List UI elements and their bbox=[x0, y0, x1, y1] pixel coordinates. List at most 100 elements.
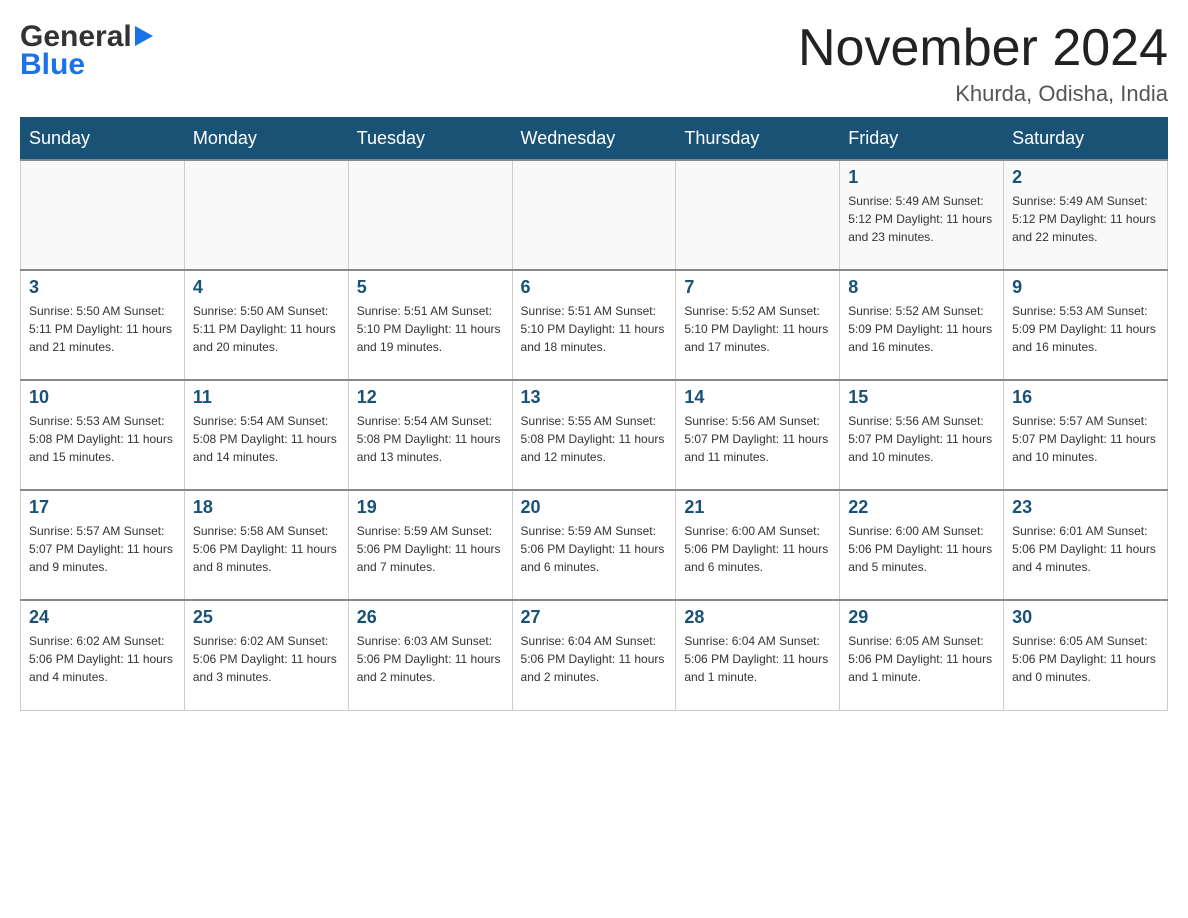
calendar-table: SundayMondayTuesdayWednesdayThursdayFrid… bbox=[20, 117, 1168, 711]
day-info: Sunrise: 6:00 AM Sunset: 5:06 PM Dayligh… bbox=[684, 522, 831, 576]
day-info: Sunrise: 5:59 AM Sunset: 5:06 PM Dayligh… bbox=[521, 522, 668, 576]
day-number: 26 bbox=[357, 607, 504, 628]
day-info: Sunrise: 5:51 AM Sunset: 5:10 PM Dayligh… bbox=[357, 302, 504, 356]
title-area: November 2024 Khurda, Odisha, India bbox=[798, 20, 1168, 107]
day-number: 18 bbox=[193, 497, 340, 518]
day-number: 29 bbox=[848, 607, 995, 628]
day-number: 7 bbox=[684, 277, 831, 298]
calendar-cell: 3 Sunrise: 5:50 AM Sunset: 5:11 PM Daylig… bbox=[21, 270, 185, 380]
calendar-cell: 17 Sunrise: 5:57 AM Sunset: 5:07 PM Dayli… bbox=[21, 490, 185, 600]
month-title: November 2024 bbox=[798, 20, 1168, 77]
day-info: Sunrise: 5:49 AM Sunset: 5:12 PM Dayligh… bbox=[1012, 192, 1159, 246]
weekday-saturday: Saturday bbox=[1004, 118, 1168, 161]
day-info: Sunrise: 6:05 AM Sunset: 5:06 PM Dayligh… bbox=[848, 632, 995, 686]
calendar-cell: 12 Sunrise: 5:54 AM Sunset: 5:08 PM Dayli… bbox=[348, 380, 512, 490]
day-number: 13 bbox=[521, 387, 668, 408]
day-number: 25 bbox=[193, 607, 340, 628]
day-number: 24 bbox=[29, 607, 176, 628]
day-info: Sunrise: 6:05 AM Sunset: 5:06 PM Dayligh… bbox=[1012, 632, 1159, 686]
week-row-2: 3 Sunrise: 5:50 AM Sunset: 5:11 PM Daylig… bbox=[21, 270, 1168, 380]
weekday-thursday: Thursday bbox=[676, 118, 840, 161]
calendar-cell: 8Sunrise: 5:52 AM Sunset: 5:09 PM Daylig… bbox=[840, 270, 1004, 380]
calendar-cell: 29 Sunrise: 6:05 AM Sunset: 5:06 PM Dayli… bbox=[840, 600, 1004, 710]
calendar-cell: 30Sunrise: 6:05 AM Sunset: 5:06 PM Dayli… bbox=[1004, 600, 1168, 710]
day-number: 3 bbox=[29, 277, 176, 298]
day-number: 28 bbox=[684, 607, 831, 628]
calendar-cell bbox=[512, 160, 676, 270]
calendar-cell: 7 Sunrise: 5:52 AM Sunset: 5:10 PM Daylig… bbox=[676, 270, 840, 380]
calendar-cell: 15Sunrise: 5:56 AM Sunset: 5:07 PM Dayli… bbox=[840, 380, 1004, 490]
calendar-cell: 26 Sunrise: 6:03 AM Sunset: 5:06 PM Dayli… bbox=[348, 600, 512, 710]
weekday-header-row: SundayMondayTuesdayWednesdayThursdayFrid… bbox=[21, 118, 1168, 161]
day-info: Sunrise: 5:51 AM Sunset: 5:10 PM Dayligh… bbox=[521, 302, 668, 356]
calendar-cell: 10 Sunrise: 5:53 AM Sunset: 5:08 PM Dayli… bbox=[21, 380, 185, 490]
day-number: 21 bbox=[684, 497, 831, 518]
weekday-wednesday: Wednesday bbox=[512, 118, 676, 161]
calendar-cell: 22 Sunrise: 6:00 AM Sunset: 5:06 PM Dayli… bbox=[840, 490, 1004, 600]
calendar-cell bbox=[676, 160, 840, 270]
calendar-cell: 13 Sunrise: 5:55 AM Sunset: 5:08 PM Dayli… bbox=[512, 380, 676, 490]
day-number: 15 bbox=[848, 387, 995, 408]
calendar-cell: 24 Sunrise: 6:02 AM Sunset: 5:06 PM Dayli… bbox=[21, 600, 185, 710]
day-info: Sunrise: 5:49 AM Sunset: 5:12 PM Dayligh… bbox=[848, 192, 995, 246]
day-number: 20 bbox=[521, 497, 668, 518]
day-info: Sunrise: 5:57 AM Sunset: 5:07 PM Dayligh… bbox=[29, 522, 176, 576]
calendar-cell: 5 Sunrise: 5:51 AM Sunset: 5:10 PM Daylig… bbox=[348, 270, 512, 380]
day-info: Sunrise: 6:04 AM Sunset: 5:06 PM Dayligh… bbox=[521, 632, 668, 686]
day-number: 6 bbox=[521, 277, 668, 298]
day-info: Sunrise: 5:50 AM Sunset: 5:11 PM Dayligh… bbox=[193, 302, 340, 356]
week-row-3: 10 Sunrise: 5:53 AM Sunset: 5:08 PM Dayli… bbox=[21, 380, 1168, 490]
calendar-cell: 23 Sunrise: 6:01 AM Sunset: 5:06 PM Dayli… bbox=[1004, 490, 1168, 600]
calendar-cell: 16 Sunrise: 5:57 AM Sunset: 5:07 PM Dayli… bbox=[1004, 380, 1168, 490]
calendar-cell: 20 Sunrise: 5:59 AM Sunset: 5:06 PM Dayli… bbox=[512, 490, 676, 600]
logo-arrow-icon bbox=[135, 20, 153, 53]
weekday-tuesday: Tuesday bbox=[348, 118, 512, 161]
day-info: Sunrise: 5:58 AM Sunset: 5:06 PM Dayligh… bbox=[193, 522, 340, 576]
day-info: Sunrise: 5:53 AM Sunset: 5:08 PM Dayligh… bbox=[29, 412, 176, 466]
day-number: 9 bbox=[1012, 277, 1159, 298]
calendar-cell: 6 Sunrise: 5:51 AM Sunset: 5:10 PM Daylig… bbox=[512, 270, 676, 380]
day-number: 2 bbox=[1012, 167, 1159, 188]
day-number: 1 bbox=[848, 167, 995, 188]
day-info: Sunrise: 5:57 AM Sunset: 5:07 PM Dayligh… bbox=[1012, 412, 1159, 466]
week-row-5: 24 Sunrise: 6:02 AM Sunset: 5:06 PM Dayli… bbox=[21, 600, 1168, 710]
weekday-friday: Friday bbox=[840, 118, 1004, 161]
day-number: 27 bbox=[521, 607, 668, 628]
day-number: 5 bbox=[357, 277, 504, 298]
day-info: Sunrise: 5:52 AM Sunset: 5:10 PM Dayligh… bbox=[684, 302, 831, 356]
calendar-cell: 1 Sunrise: 5:49 AM Sunset: 5:12 PM Daylig… bbox=[840, 160, 1004, 270]
day-number: 11 bbox=[193, 387, 340, 408]
day-info: Sunrise: 5:59 AM Sunset: 5:06 PM Dayligh… bbox=[357, 522, 504, 576]
day-number: 4 bbox=[193, 277, 340, 298]
day-info: Sunrise: 5:50 AM Sunset: 5:11 PM Dayligh… bbox=[29, 302, 176, 356]
calendar-cell bbox=[21, 160, 185, 270]
day-info: Sunrise: 5:53 AM Sunset: 5:09 PM Dayligh… bbox=[1012, 302, 1159, 356]
logo: General Blue bbox=[20, 20, 153, 81]
location-text: Khurda, Odisha, India bbox=[798, 81, 1168, 107]
day-info: Sunrise: 6:00 AM Sunset: 5:06 PM Dayligh… bbox=[848, 522, 995, 576]
calendar-cell: 11 Sunrise: 5:54 AM Sunset: 5:08 PM Dayli… bbox=[184, 380, 348, 490]
day-info: Sunrise: 6:03 AM Sunset: 5:06 PM Dayligh… bbox=[357, 632, 504, 686]
day-info: Sunrise: 6:01 AM Sunset: 5:06 PM Dayligh… bbox=[1012, 522, 1159, 576]
calendar-cell: 14Sunrise: 5:56 AM Sunset: 5:07 PM Dayli… bbox=[676, 380, 840, 490]
day-info: Sunrise: 5:54 AM Sunset: 5:08 PM Dayligh… bbox=[357, 412, 504, 466]
calendar-cell: 25Sunrise: 6:02 AM Sunset: 5:06 PM Dayli… bbox=[184, 600, 348, 710]
day-number: 17 bbox=[29, 497, 176, 518]
calendar-cell: 18 Sunrise: 5:58 AM Sunset: 5:06 PM Dayli… bbox=[184, 490, 348, 600]
day-number: 22 bbox=[848, 497, 995, 518]
day-info: Sunrise: 5:54 AM Sunset: 5:08 PM Dayligh… bbox=[193, 412, 340, 466]
weekday-monday: Monday bbox=[184, 118, 348, 161]
calendar-cell bbox=[184, 160, 348, 270]
day-number: 16 bbox=[1012, 387, 1159, 408]
day-info: Sunrise: 5:55 AM Sunset: 5:08 PM Dayligh… bbox=[521, 412, 668, 466]
weekday-sunday: Sunday bbox=[21, 118, 185, 161]
day-number: 12 bbox=[357, 387, 504, 408]
day-info: Sunrise: 6:02 AM Sunset: 5:06 PM Dayligh… bbox=[29, 632, 176, 686]
week-row-4: 17 Sunrise: 5:57 AM Sunset: 5:07 PM Dayli… bbox=[21, 490, 1168, 600]
day-number: 23 bbox=[1012, 497, 1159, 518]
day-number: 10 bbox=[29, 387, 176, 408]
day-number: 8 bbox=[848, 277, 995, 298]
calendar-cell: 9 Sunrise: 5:53 AM Sunset: 5:09 PM Daylig… bbox=[1004, 270, 1168, 380]
calendar-cell: 19Sunrise: 5:59 AM Sunset: 5:06 PM Dayli… bbox=[348, 490, 512, 600]
calendar-cell: 28Sunrise: 6:04 AM Sunset: 5:06 PM Dayli… bbox=[676, 600, 840, 710]
